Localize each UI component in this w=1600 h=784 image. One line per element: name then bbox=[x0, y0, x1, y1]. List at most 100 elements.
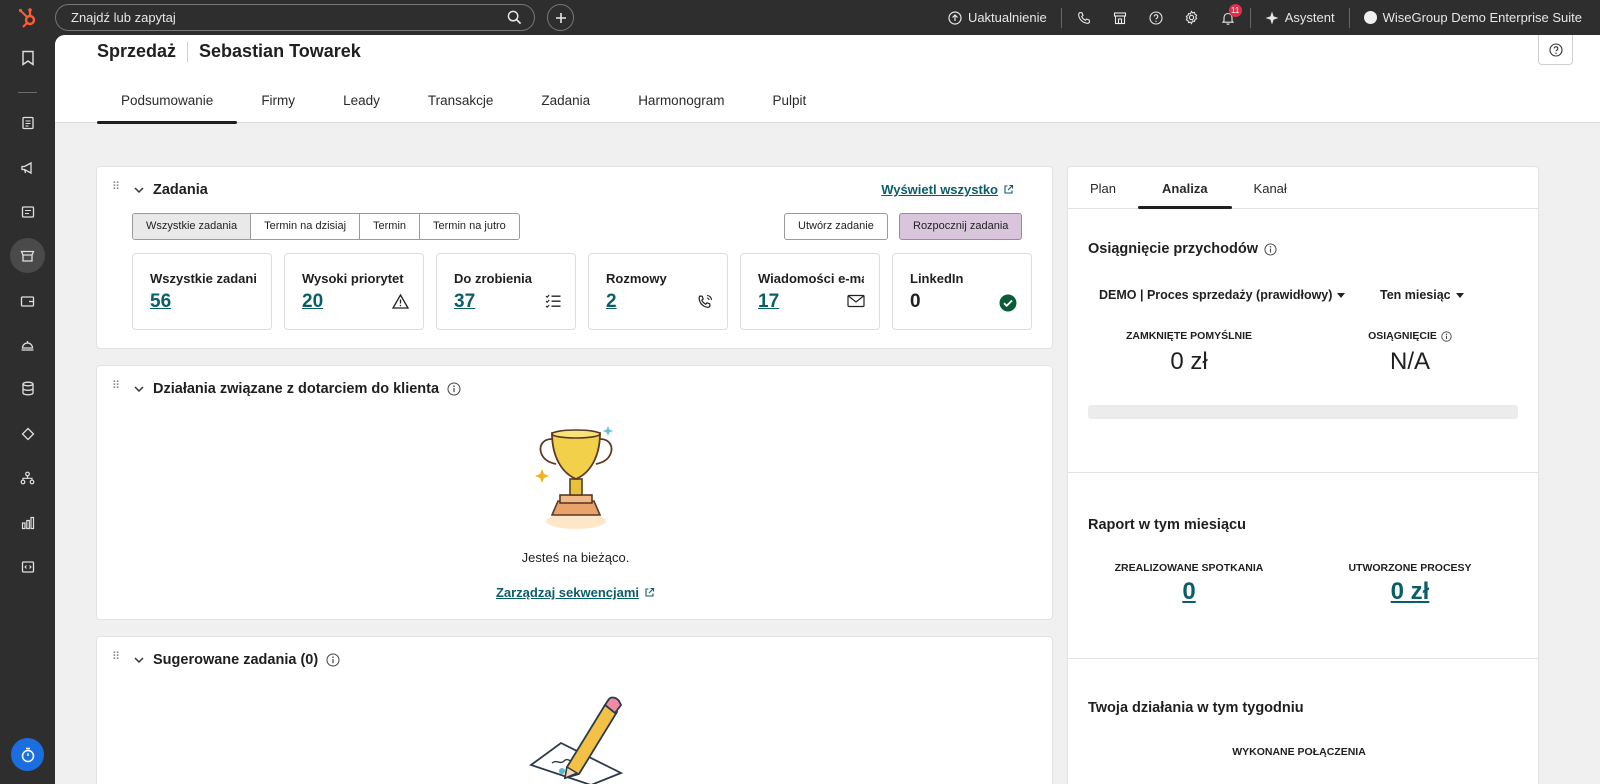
account-avatar bbox=[1363, 11, 1377, 24]
breadcrumb-separator bbox=[187, 41, 189, 62]
info-icon[interactable] bbox=[447, 382, 461, 396]
stat-all-tasks[interactable]: Wszystkie zadania 56 bbox=[132, 253, 272, 330]
meetings-value-link[interactable]: 0 bbox=[1182, 578, 1195, 605]
development-code-icon[interactable] bbox=[10, 549, 45, 584]
create-new-button[interactable] bbox=[547, 4, 574, 31]
left-navigation-rail bbox=[0, 35, 55, 784]
chevron-down-icon[interactable] bbox=[133, 654, 145, 666]
stat-label: Rozmowy bbox=[606, 271, 667, 286]
stat-to-do[interactable]: Do zrobienia 37 bbox=[436, 253, 576, 330]
marketing-megaphone-icon[interactable] bbox=[10, 150, 45, 185]
drag-handle-icon[interactable]: ⠿ bbox=[112, 182, 120, 193]
period-dropdown-value: Ten miesiąc bbox=[1380, 288, 1451, 302]
chevron-down-icon[interactable] bbox=[133, 184, 145, 196]
calls-made-label: WYKONANE POŁĄCZENIA bbox=[1232, 746, 1366, 758]
filter-due[interactable]: Termin bbox=[359, 214, 420, 239]
deals-created-value[interactable]: 0 zł bbox=[1310, 578, 1510, 606]
search-icon[interactable] bbox=[507, 10, 522, 28]
suggested-tasks-card: ⠿ Sugerowane zadania (0) bbox=[96, 636, 1053, 784]
stat-emails[interactable]: Wiadomości e-mail 17 bbox=[740, 253, 880, 330]
divider bbox=[1249, 7, 1251, 28]
tab-kanal[interactable]: Kanał bbox=[1232, 167, 1309, 208]
info-icon[interactable] bbox=[1441, 330, 1452, 342]
drag-handle-icon[interactable]: ⠿ bbox=[112, 381, 120, 392]
meetings-value[interactable]: 0 bbox=[1089, 578, 1289, 606]
stat-label: Wiadomości e-mail bbox=[758, 271, 864, 286]
tab-leady[interactable]: Leady bbox=[319, 87, 404, 123]
start-tasks-button[interactable]: Rozpocznij zadania bbox=[899, 213, 1023, 240]
search-input[interactable]: Znajdź lub zapytaj bbox=[55, 4, 535, 31]
deals-created-label: UTWORZONE PROCESY bbox=[1348, 562, 1472, 574]
automation-diamond-icon[interactable] bbox=[10, 416, 45, 451]
pipeline-dropdown[interactable]: DEMO | Proces sprzedaży (prawidłowy) bbox=[1099, 288, 1346, 302]
page-header: Sprzedaż Sebastian Towarek Podsumowanie … bbox=[55, 35, 1600, 124]
deals-created-value-link[interactable]: 0 zł bbox=[1391, 578, 1430, 605]
trophy-illustration bbox=[530, 421, 620, 538]
divider bbox=[1060, 7, 1062, 28]
achievement-label: OSIĄGNIĘCIE bbox=[1368, 330, 1437, 342]
achievement-value: N/A bbox=[1389, 348, 1430, 375]
tab-harmonogram[interactable]: Harmonogram bbox=[614, 87, 748, 123]
account-menu[interactable]: WiseGroup Demo Enterprise Suite bbox=[1354, 0, 1600, 35]
stat-value[interactable]: 2 bbox=[606, 291, 617, 313]
outreach-card: ⠿ Działania związane z dotarciem do klie… bbox=[96, 365, 1053, 620]
help-icon[interactable] bbox=[1138, 0, 1174, 35]
stat-high-priority[interactable]: Wysoki priorytet 20 bbox=[284, 253, 424, 330]
create-task-button[interactable]: Utwórz zadanie bbox=[784, 213, 888, 240]
manage-sequences-link[interactable]: Zarządzaj sekwencjami bbox=[496, 585, 655, 600]
stat-linkedin[interactable]: LinkedIn 0 bbox=[892, 253, 1032, 330]
period-dropdown[interactable]: Ten miesiąc bbox=[1380, 288, 1464, 302]
external-link-icon bbox=[1004, 184, 1014, 194]
filter-due-tomorrow[interactable]: Termin na jutro bbox=[419, 214, 519, 239]
divider bbox=[1348, 7, 1350, 28]
tab-firmy[interactable]: Firmy bbox=[237, 87, 319, 123]
tab-transakcje[interactable]: Transakcje bbox=[404, 87, 518, 123]
meetings-label: ZREALIZOWANE SPOTKANIA bbox=[1114, 562, 1264, 574]
reporting-chart-icon[interactable] bbox=[10, 505, 45, 540]
suggested-card-title: Sugerowane zadania (0) bbox=[153, 652, 319, 668]
data-database-icon[interactable] bbox=[10, 371, 45, 406]
tab-podsumowanie[interactable]: Podsumowanie bbox=[97, 87, 238, 124]
plus-icon bbox=[555, 12, 566, 23]
stat-value[interactable]: 37 bbox=[454, 291, 475, 313]
tasks-card-title: Zadania bbox=[153, 182, 208, 198]
phone-icon[interactable] bbox=[1066, 0, 1102, 35]
stat-value[interactable]: 20 bbox=[302, 291, 323, 313]
settings-gear-icon[interactable] bbox=[1174, 0, 1210, 35]
hubspot-logo-icon[interactable] bbox=[16, 6, 40, 30]
drag-handle-icon[interactable]: ⠿ bbox=[112, 652, 120, 663]
info-icon[interactable] bbox=[326, 653, 340, 667]
stat-calls[interactable]: Rozmowy 2 bbox=[588, 253, 728, 330]
bookmark-icon[interactable] bbox=[10, 40, 45, 75]
manage-sequences-label: Zarządzaj sekwencjami bbox=[495, 585, 640, 600]
tab-zadania[interactable]: Zadania bbox=[517, 87, 614, 123]
tab-analiza[interactable]: Analiza bbox=[1138, 167, 1232, 209]
service-bell-icon[interactable] bbox=[10, 327, 45, 362]
commerce-wallet-icon[interactable] bbox=[10, 283, 45, 318]
stat-value[interactable]: 17 bbox=[758, 291, 779, 313]
workflows-org-icon[interactable] bbox=[10, 460, 45, 495]
tab-plan[interactable]: Plan bbox=[1068, 167, 1138, 208]
filter-due-today[interactable]: Termin na dzisiaj bbox=[250, 214, 360, 239]
marketplace-icon[interactable] bbox=[1102, 0, 1138, 35]
breadcrumb: Sprzedaż Sebastian Towarek bbox=[97, 41, 361, 62]
contacts-icon[interactable] bbox=[10, 105, 45, 140]
view-all-tasks-link[interactable]: Wyświetl wszystko bbox=[881, 182, 1014, 197]
content-icon[interactable] bbox=[10, 194, 45, 229]
tab-pulpit[interactable]: Pulpit bbox=[748, 87, 830, 123]
up-to-date-message: Jesteś na bieżąco. bbox=[521, 550, 630, 565]
page-help-button[interactable] bbox=[1538, 35, 1573, 65]
upgrade-button[interactable]: Uaktualnienie bbox=[938, 0, 1057, 35]
checklist-icon bbox=[545, 294, 561, 313]
stat-value: 0 bbox=[910, 291, 921, 312]
notifications-bell-icon[interactable]: 11 bbox=[1210, 0, 1246, 35]
timer-stopwatch-button[interactable] bbox=[11, 738, 44, 771]
filter-all-tasks[interactable]: Wszystkie zadania bbox=[133, 214, 251, 239]
chevron-down-icon[interactable] bbox=[133, 383, 145, 395]
assistant-button[interactable]: Asystent bbox=[1255, 0, 1345, 35]
info-icon[interactable] bbox=[1264, 242, 1277, 256]
stat-value[interactable]: 56 bbox=[150, 291, 171, 313]
sales-icon[interactable] bbox=[10, 238, 45, 273]
account-name: WiseGroup Demo Enterprise Suite bbox=[1382, 10, 1582, 25]
suggested-card-header: Sugerowane zadania (0) bbox=[133, 652, 340, 668]
